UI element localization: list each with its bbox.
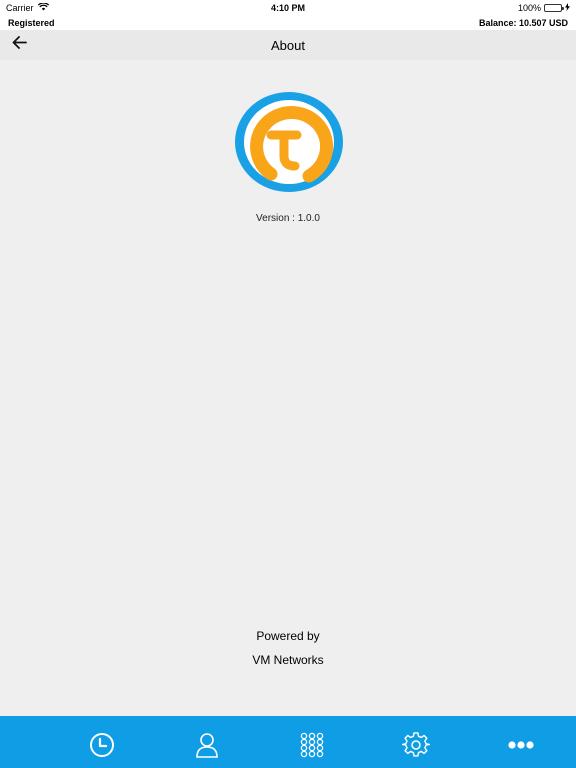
tab-more[interactable] — [506, 730, 536, 760]
registration-status: Registered — [8, 18, 55, 28]
clock-time: 4:10 PM — [270, 3, 305, 13]
tab-recents[interactable] — [87, 730, 117, 760]
charging-icon — [565, 3, 570, 13]
navigation-bar: About — [0, 30, 576, 60]
status-bar: Carrier 4:10 PM 100% — [0, 0, 576, 16]
tab-bar — [0, 716, 576, 768]
company-name: VM Networks — [252, 653, 324, 667]
tab-settings[interactable] — [401, 730, 431, 760]
battery-icon — [544, 4, 564, 12]
battery-percent: 100% — [517, 3, 541, 13]
dialpad-icon — [300, 732, 324, 758]
person-icon — [196, 733, 218, 758]
battery-status: 100% — [518, 3, 570, 13]
version-label: Version : 1.0.0 — [256, 213, 320, 224]
balance-label: Balance: 10.507 USD — [478, 18, 568, 28]
powered-by-label: Powered by — [256, 629, 320, 643]
app-logo — [233, 90, 345, 194]
tab-contacts[interactable] — [192, 730, 222, 760]
tab-dialpad[interactable] — [297, 730, 327, 760]
gear-icon — [402, 732, 430, 757]
account-bar: Registered Balance: 10.507 USD — [0, 16, 576, 30]
clock-icon — [90, 733, 114, 757]
page-title: About — [271, 38, 305, 53]
more-icon — [508, 741, 534, 749]
